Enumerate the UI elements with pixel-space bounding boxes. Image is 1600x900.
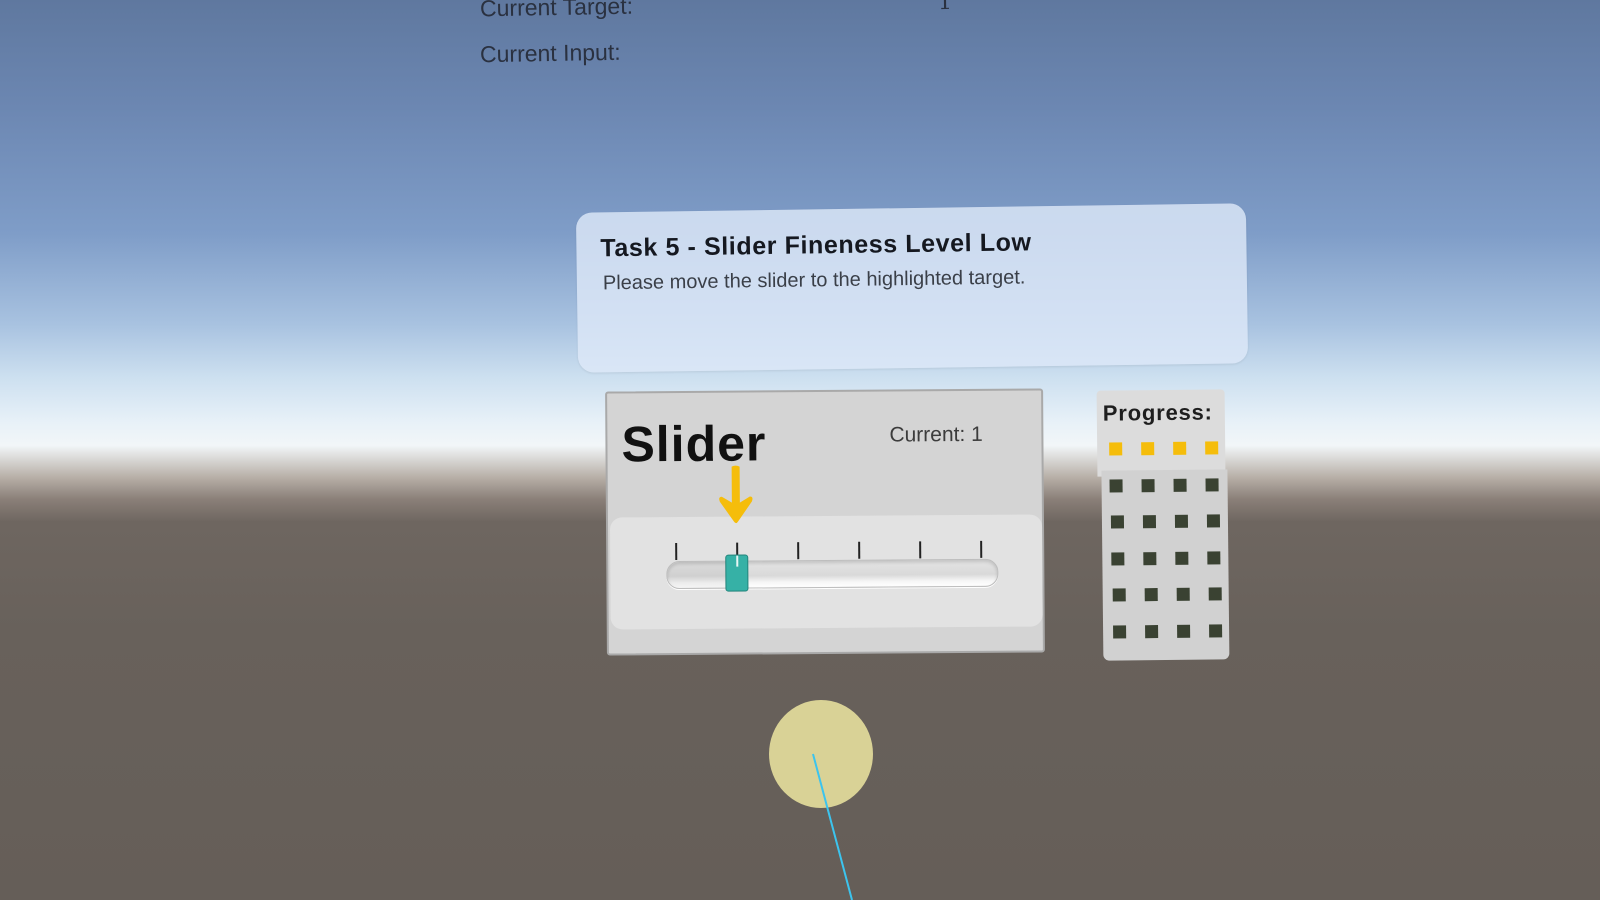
progress-dot-pending <box>1208 587 1222 601</box>
progress-dot-pending <box>1111 551 1125 566</box>
progress-dot-pending <box>1176 587 1190 601</box>
target-arrow-icon <box>719 465 753 524</box>
task-instruction: Please move the slider to the highlighte… <box>602 266 1026 295</box>
slider-tick <box>797 542 799 560</box>
progress-dot-pending <box>1175 551 1189 565</box>
progress-panel: Progress: <box>1096 389 1231 662</box>
target-arrow-shape <box>719 465 753 524</box>
progress-dot-pending <box>1144 588 1158 602</box>
progress-dot-pending <box>1109 478 1124 493</box>
vr-scene: Current Target: 1 Current Input: Task 5 … <box>0 0 1600 900</box>
slider-tick <box>858 541 860 559</box>
progress-dot-pending <box>1209 623 1223 638</box>
progress-dot-completed <box>1109 442 1123 456</box>
progress-dot-pending <box>1113 624 1127 639</box>
progress-dot-pending <box>1143 551 1157 565</box>
slider-track[interactable] <box>666 558 999 590</box>
progress-grid <box>1109 441 1231 662</box>
progress-label: Progress: <box>1102 399 1213 426</box>
progress-dot-pending <box>1141 478 1156 492</box>
progress-dot-completed <box>1173 441 1187 455</box>
task-title: Task 5 - Slider Fineness Level Low <box>600 228 1032 263</box>
slider-handle[interactable] <box>725 554 749 592</box>
slider-track-area <box>609 514 1043 630</box>
current-target-label: Current Target: <box>479 0 634 22</box>
current-input-label: Current Input: <box>479 38 621 68</box>
slider-handle-marker <box>736 555 738 567</box>
progress-dot-pending <box>1145 624 1159 638</box>
progress-dot-pending <box>1207 550 1221 565</box>
progress-dot-completed <box>1205 441 1219 455</box>
slider-ticks <box>610 514 1042 561</box>
progress-dot-pending <box>1177 624 1191 638</box>
progress-dot-pending <box>1173 478 1188 492</box>
slider-tick <box>675 543 677 561</box>
vr-pointer-cursor <box>769 700 873 808</box>
slider-tick <box>919 541 921 559</box>
slider-tick <box>980 540 982 558</box>
progress-dot-pending <box>1112 588 1126 602</box>
progress-dot-pending <box>1205 477 1220 492</box>
progress-dot-pending <box>1142 515 1156 529</box>
progress-dot-completed <box>1141 442 1155 456</box>
task-panel: Task 5 - Slider Fineness Level Low Pleas… <box>575 203 1249 373</box>
current-target-value: 1 <box>937 0 953 16</box>
progress-dot-pending <box>1174 514 1188 528</box>
slider-current-value: Current: 1 <box>889 422 983 447</box>
progress-dot-pending <box>1110 515 1124 529</box>
progress-dot-pending <box>1206 514 1220 528</box>
slider-panel: Slider Current: 1 <box>605 388 1045 656</box>
